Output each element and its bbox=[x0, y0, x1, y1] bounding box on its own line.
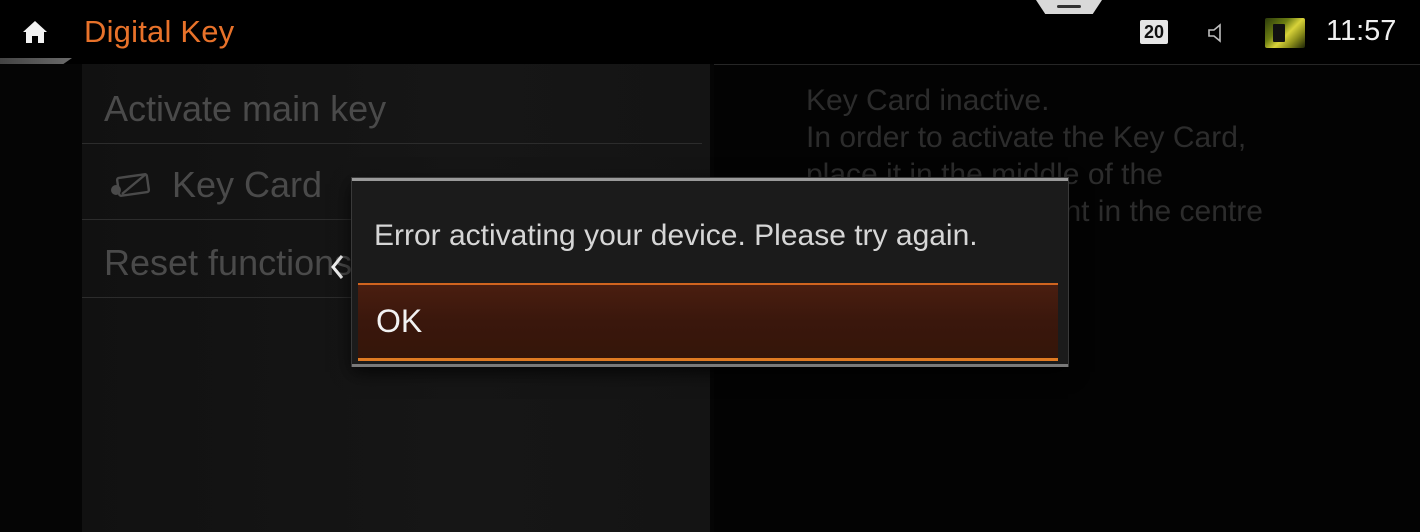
chevron-left-icon bbox=[331, 255, 344, 279]
menu-item-activate-main-key[interactable]: Activate main key bbox=[82, 68, 702, 144]
menu-item-label: Reset functions bbox=[104, 242, 353, 283]
media-thumbnail-icon[interactable] bbox=[1265, 18, 1305, 48]
ok-button-label: OK bbox=[376, 303, 423, 339]
page-title: Digital Key bbox=[84, 14, 235, 49]
drag-handle-tab[interactable] bbox=[1036, 0, 1102, 14]
dialog-message: Error activating your device. Please try… bbox=[374, 219, 978, 252]
home-underline bbox=[0, 58, 72, 64]
speaker-icon[interactable] bbox=[1206, 22, 1228, 48]
ok-button[interactable]: OK bbox=[358, 283, 1058, 361]
info-line: In order to activate the Key Card, bbox=[806, 121, 1247, 154]
info-line: Key Card inactive. bbox=[806, 84, 1050, 117]
menu-item-label: Key Card bbox=[172, 164, 323, 205]
error-dialog: Error activating your device. Please try… bbox=[352, 178, 1068, 366]
clock: 11:57 bbox=[1326, 15, 1397, 47]
screen: Digital Key 20 11:57 Activate main key K… bbox=[0, 0, 1420, 532]
speed-limit-badge: 20 bbox=[1140, 20, 1168, 44]
key-card-icon bbox=[108, 170, 156, 202]
back-button[interactable] bbox=[326, 250, 348, 284]
menu-item-label: Activate main key bbox=[104, 88, 387, 129]
dialog-bottom-edge bbox=[352, 364, 1068, 367]
header-bar: Digital Key 20 11:57 bbox=[0, 0, 1420, 64]
home-button[interactable] bbox=[0, 0, 72, 64]
home-icon bbox=[23, 21, 47, 43]
